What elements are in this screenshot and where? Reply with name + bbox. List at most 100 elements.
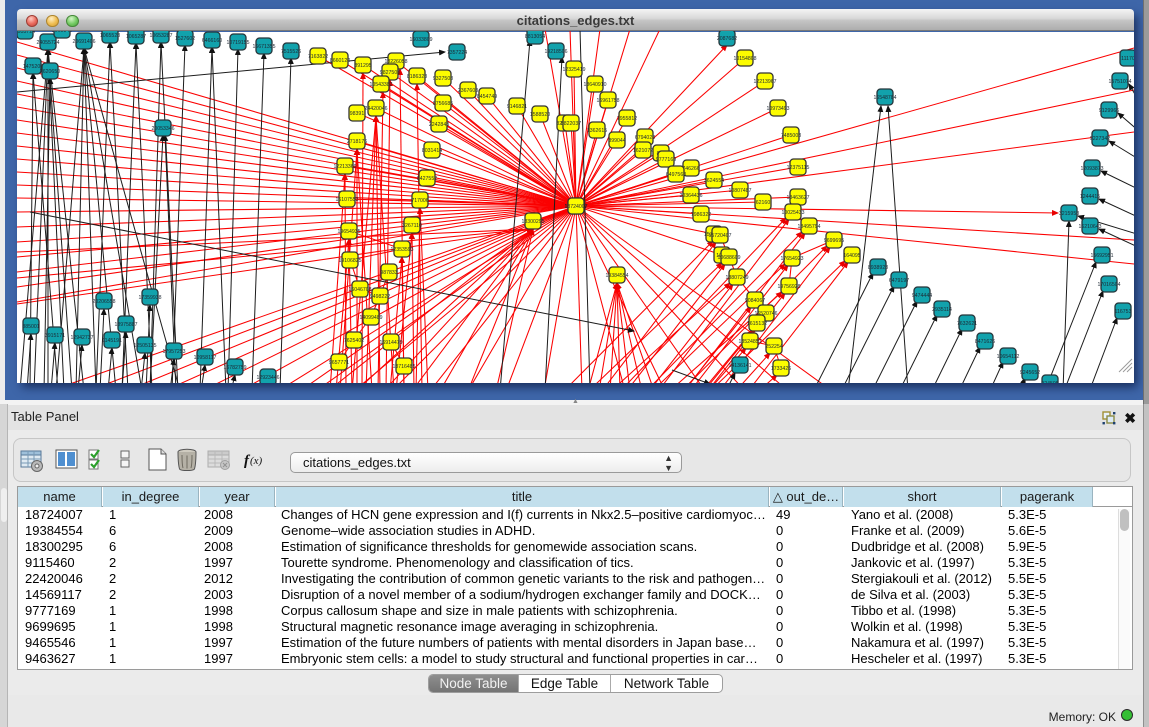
svg-text:116753: 116753 <box>1115 309 1132 315</box>
svg-text:6497568: 6497568 <box>666 172 686 178</box>
svg-text:12325419: 12325419 <box>562 67 585 73</box>
svg-text:6479197: 6479197 <box>889 278 909 284</box>
svg-text:16046708: 16046708 <box>348 287 371 293</box>
svg-text:9227342: 9227342 <box>1090 136 1110 142</box>
svg-text:10973493: 10973493 <box>766 106 789 112</box>
svg-text:1527602: 1527602 <box>175 36 195 42</box>
svg-text:10654112: 10654112 <box>997 354 1020 360</box>
svg-text:10958117: 10958117 <box>194 355 217 361</box>
svg-text:2242843: 2242843 <box>429 122 449 128</box>
svg-text:20053346: 20053346 <box>151 126 174 132</box>
svg-text:7357224: 7357224 <box>447 50 467 56</box>
svg-text:10719155: 10719155 <box>226 40 249 46</box>
svg-text:10653287: 10653287 <box>149 33 172 39</box>
svg-text:9146821: 9146821 <box>507 104 527 110</box>
svg-text:12213369: 12213369 <box>333 164 356 170</box>
svg-text:16548784: 16548784 <box>873 95 896 101</box>
svg-text:8822037: 8822037 <box>561 121 581 127</box>
svg-text:164095: 164095 <box>843 253 860 259</box>
svg-text:1145191: 1145191 <box>102 338 122 344</box>
svg-text:17016504: 17016504 <box>1097 282 1120 288</box>
svg-text:3915171: 3915171 <box>45 333 65 339</box>
svg-text:7485003: 7485003 <box>781 133 801 139</box>
svg-text:18807249: 18807249 <box>725 275 748 281</box>
svg-text:10688609: 10688609 <box>717 255 740 261</box>
svg-text:9245652: 9245652 <box>1020 370 1040 376</box>
svg-text:7986322: 7986322 <box>691 212 711 218</box>
svg-text:7955812: 7955812 <box>617 116 637 122</box>
svg-text:1733426: 1733426 <box>771 366 791 372</box>
svg-text:16782759: 16782759 <box>223 365 246 371</box>
svg-text:7632621: 7632621 <box>957 321 977 327</box>
svg-text:9084067: 9084067 <box>745 298 765 304</box>
svg-text:987833: 987833 <box>380 270 397 276</box>
svg-text:1362615: 1362615 <box>587 128 607 134</box>
svg-text:16210643: 16210643 <box>1078 224 1101 230</box>
svg-text:9827503: 9827503 <box>380 70 400 76</box>
svg-text:891295: 891295 <box>354 63 371 69</box>
svg-text:16961758: 16961758 <box>596 98 619 104</box>
svg-text:6466160: 6466160 <box>202 38 222 44</box>
svg-text:19384554: 19384554 <box>605 273 628 279</box>
svg-text:18300295: 18300295 <box>521 219 544 225</box>
svg-text:14136141: 14136141 <box>728 363 751 369</box>
svg-text:9657771: 9657771 <box>329 360 349 366</box>
svg-text:9498222: 9498222 <box>370 294 390 300</box>
svg-text:7625402: 7625402 <box>344 338 364 344</box>
svg-text:8454749: 8454749 <box>477 94 497 100</box>
svg-text:16107553: 16107553 <box>335 197 358 203</box>
svg-text:10807487: 10807487 <box>728 188 751 194</box>
svg-text:1065528: 1065528 <box>100 33 120 39</box>
svg-text:19106825: 19106825 <box>338 258 361 264</box>
svg-text:17957253: 17957253 <box>162 349 185 355</box>
svg-text:15692951: 15692951 <box>1090 253 1113 259</box>
svg-text:10025433: 10025433 <box>781 210 804 216</box>
svg-text:12093873: 12093873 <box>1080 166 1103 172</box>
svg-text:924505: 924505 <box>1041 381 1058 383</box>
svg-text:9474444: 9474444 <box>912 293 932 299</box>
svg-text:899044: 899044 <box>608 138 625 144</box>
svg-text:13716485: 13716485 <box>392 364 415 370</box>
svg-text:252254: 252254 <box>765 344 782 350</box>
svg-text:(x): (x) <box>250 455 263 467</box>
svg-text:62160: 62160 <box>756 200 771 206</box>
svg-text:8031414: 8031414 <box>422 148 442 154</box>
svg-text:12505135: 12505135 <box>133 343 156 349</box>
svg-text:20206558: 20206558 <box>92 299 115 305</box>
svg-text:20691406: 20691406 <box>72 39 95 45</box>
svg-text:12942737: 12942737 <box>70 335 93 341</box>
svg-text:9699695: 9699695 <box>824 238 844 244</box>
svg-text:885001: 885001 <box>22 324 39 330</box>
svg-text:10154808: 10154808 <box>733 56 756 62</box>
svg-text:3215958: 3215958 <box>1059 211 1079 217</box>
svg-text:7515526: 7515526 <box>281 49 301 55</box>
svg-text:13524851: 13524851 <box>738 339 761 345</box>
svg-text:9777169: 9777169 <box>656 157 676 163</box>
svg-text:10543382: 10543382 <box>369 82 392 88</box>
svg-text:11170: 11170 <box>1121 56 1134 62</box>
svg-text:17654923: 17654923 <box>780 256 803 262</box>
svg-text:2367608: 2367608 <box>458 88 478 94</box>
svg-text:14099489: 14099489 <box>359 315 382 321</box>
svg-text:19218506: 19218506 <box>544 49 567 55</box>
svg-text:1588520: 1588520 <box>530 112 550 118</box>
svg-text:2620650: 2620650 <box>40 69 60 75</box>
svg-text:24055724: 24055724 <box>36 40 59 46</box>
svg-text:19756928: 19756928 <box>777 284 800 290</box>
svg-text:19654935: 19654935 <box>337 229 360 235</box>
svg-text:18640910: 18640910 <box>583 82 606 88</box>
svg-text:9327508: 9327508 <box>433 76 453 82</box>
svg-text:8471626: 8471626 <box>975 339 995 345</box>
svg-text:12353593: 12353593 <box>390 247 413 253</box>
svg-text:18463627: 18463627 <box>786 195 809 201</box>
svg-text:18495794: 18495794 <box>797 224 820 230</box>
svg-text:15720407: 15720407 <box>708 233 731 239</box>
svg-text:1621072: 1621072 <box>633 148 653 154</box>
svg-text:8938923: 8938923 <box>868 265 888 271</box>
svg-text:8427552: 8427552 <box>417 176 437 182</box>
svg-text:24420046: 24420046 <box>364 106 387 112</box>
svg-text:1065287: 1065287 <box>126 34 146 40</box>
svg-text:8813054: 8813054 <box>525 34 545 40</box>
svg-text:18724007: 18724007 <box>564 204 587 210</box>
svg-text:2069140: 2069140 <box>52 31 72 34</box>
